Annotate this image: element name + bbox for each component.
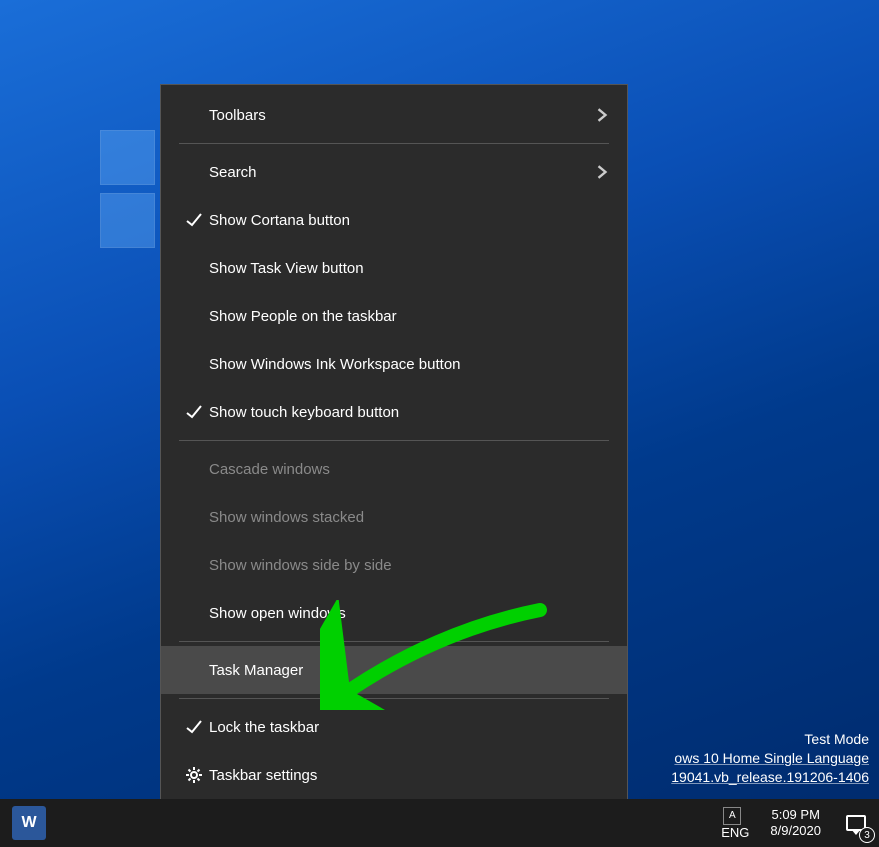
menu-item-show-open-windows[interactable]: Show open windows xyxy=(161,589,627,637)
watermark-line: 19041.vb_release.191206-1406 xyxy=(671,768,869,787)
menu-separator xyxy=(179,641,609,642)
menu-item-label: Show windows stacked xyxy=(209,509,589,526)
menu-item-show-cortana[interactable]: Show Cortana button xyxy=(161,196,627,244)
menu-item-label: Show windows side by side xyxy=(209,557,589,574)
menu-item-label: Task Manager xyxy=(209,662,589,679)
menu-item-task-manager[interactable]: Task Manager xyxy=(161,646,627,694)
menu-item-label: Show Task View button xyxy=(209,260,589,277)
menu-item-cascade-windows: Cascade windows xyxy=(161,445,627,493)
desktop-watermark: Test Mode ows 10 Home Single Language 19… xyxy=(671,730,869,787)
menu-item-label: Search xyxy=(209,164,589,181)
tray-clock[interactable]: 5:09 PM 8/9/2020 xyxy=(759,799,831,847)
menu-item-label: Show People on the taskbar xyxy=(209,308,589,325)
check-icon xyxy=(179,403,209,421)
menu-item-label: Toolbars xyxy=(209,107,589,124)
menu-item-search[interactable]: Search xyxy=(161,148,627,196)
menu-item-label: Show open windows xyxy=(209,605,589,622)
tray-time: 5:09 PM xyxy=(771,807,819,823)
menu-item-show-touch-keyboard[interactable]: Show touch keyboard button xyxy=(161,388,627,436)
menu-item-windows-stacked: Show windows stacked xyxy=(161,493,627,541)
menu-item-toolbars[interactable]: Toolbars xyxy=(161,91,627,139)
menu-item-show-people[interactable]: Show People on the taskbar xyxy=(161,292,627,340)
tray-date: 8/9/2020 xyxy=(770,823,821,839)
menu-item-windows-side-by-side: Show windows side by side xyxy=(161,541,627,589)
tray-ime[interactable]: A ENG xyxy=(710,799,759,847)
check-icon xyxy=(179,718,209,736)
watermark-line: ows 10 Home Single Language xyxy=(671,749,869,768)
desktop[interactable]: Test Mode ows 10 Home Single Language 19… xyxy=(0,0,879,847)
menu-separator xyxy=(179,143,609,144)
menu-separator xyxy=(179,698,609,699)
ime-icon: A xyxy=(723,807,741,825)
tray-language-label: ENG xyxy=(721,825,749,840)
notification-badge: 3 xyxy=(859,827,875,843)
chevron-right-icon xyxy=(589,108,609,122)
watermark-line: Test Mode xyxy=(671,730,869,749)
taskbar-app-word[interactable]: W xyxy=(12,806,46,840)
menu-item-label: Lock the taskbar xyxy=(209,719,589,736)
menu-separator xyxy=(179,440,609,441)
menu-item-show-task-view[interactable]: Show Task View button xyxy=(161,244,627,292)
taskbar-context-menu: Toolbars Search Show Cortana button Show… xyxy=(160,84,628,806)
menu-item-label: Show Windows Ink Workspace button xyxy=(209,356,589,373)
chevron-right-icon xyxy=(589,165,609,179)
menu-item-label: Show Cortana button xyxy=(209,212,589,229)
word-icon-letter: W xyxy=(21,814,36,832)
menu-item-label: Cascade windows xyxy=(209,461,589,478)
menu-item-taskbar-settings[interactable]: Taskbar settings xyxy=(161,751,627,799)
check-icon xyxy=(179,211,209,229)
gear-icon xyxy=(179,766,209,784)
menu-item-lock-taskbar[interactable]: Lock the taskbar xyxy=(161,703,627,751)
menu-item-show-ink-workspace[interactable]: Show Windows Ink Workspace button xyxy=(161,340,627,388)
taskbar[interactable]: W A ENG 5:09 PM 8/9/2020 3 xyxy=(0,799,879,847)
tray-action-center[interactable]: 3 xyxy=(831,799,879,847)
menu-item-label: Show touch keyboard button xyxy=(209,404,589,421)
menu-item-label: Taskbar settings xyxy=(209,767,589,784)
